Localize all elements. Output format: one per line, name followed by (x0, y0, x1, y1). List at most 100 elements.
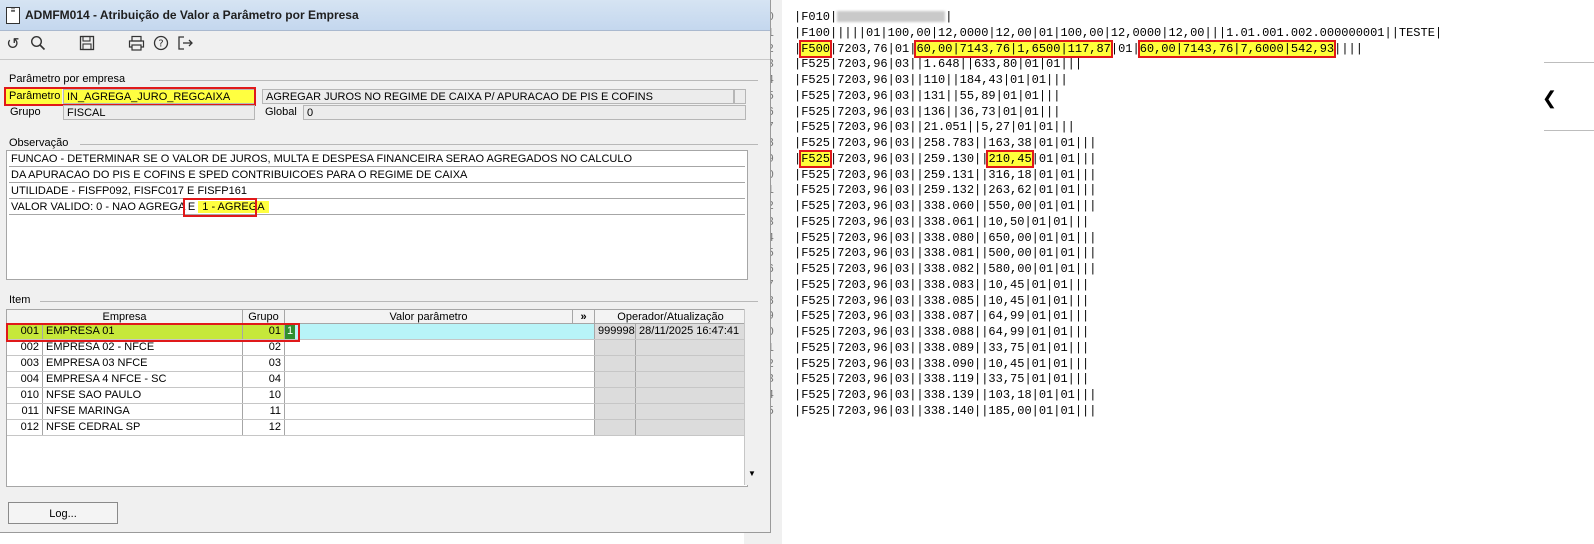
section-divider (150, 80, 758, 81)
grid-scrollbar[interactable]: ▼ (744, 309, 759, 485)
atualizacao-cell (636, 372, 747, 387)
svg-text:?: ? (158, 39, 163, 50)
code-line[interactable]: |F525|7203,96|03||1.648||633,80|01|01||| (794, 57, 1082, 71)
valor-cell[interactable]: 1 (285, 324, 595, 339)
empresa-name-cell[interactable]: NFSE MARINGA (43, 404, 243, 419)
code-line[interactable]: |F525|7203,96|03||110||184,43|01|01||| (794, 73, 1068, 87)
grupo-cell[interactable]: 02 (243, 340, 285, 355)
empresa-code-cell[interactable]: 011 (7, 404, 43, 419)
code-line[interactable]: |F525|7203,96|03||259.132||263,62|01|01|… (794, 183, 1096, 197)
empresa-name-cell[interactable]: EMPRESA 03 NFCE (43, 356, 243, 371)
print-icon[interactable] (125, 35, 147, 55)
empresa-code-cell[interactable]: 002 (7, 340, 43, 355)
code-line[interactable]: |F525|7203,96|03||131||55,89|01|01||| (794, 89, 1060, 103)
code-line[interactable]: |F525|7203,96|03||338.140||185,00|01|01|… (794, 404, 1096, 418)
code-line[interactable]: |F525|7203,96|03||259.131||316,18|01|01|… (794, 168, 1096, 182)
expand-columns-button[interactable]: » (573, 310, 595, 324)
empresa-name-cell[interactable]: EMPRESA 4 NFCE - SC (43, 372, 243, 387)
table-row[interactable]: 011 NFSE MARINGA 11 (7, 404, 747, 420)
window-title: ADMFM014 - Atribuição de Valor a Parâmet… (25, 8, 359, 22)
code-line[interactable]: |F525|7203,96|03||338.082||580,00|01|01|… (794, 262, 1096, 276)
empresa-code-cell[interactable]: 003 (7, 356, 43, 371)
code-line[interactable]: |F525|7203,96|03||338.089||33,75|01|01||… (794, 341, 1089, 355)
valor-cell[interactable] (285, 388, 595, 403)
code-line[interactable]: |F010| | (794, 10, 952, 24)
empresa-code-cell[interactable]: 001 (7, 324, 43, 339)
code-line[interactable]: |F525|7203,96|03||338.119||33,75|01|01||… (794, 372, 1089, 386)
valor-cell[interactable] (285, 356, 595, 371)
code-text: |01| (1110, 41, 1140, 56)
valor-cell[interactable] (285, 420, 595, 435)
search-icon[interactable] (27, 35, 49, 55)
valor-cell[interactable] (285, 372, 595, 387)
save-icon[interactable] (76, 35, 98, 55)
grupo-cell[interactable]: 01 (243, 324, 285, 339)
empresa-code-cell[interactable]: 010 (7, 388, 43, 403)
valor-cell[interactable] (285, 340, 595, 355)
code-line[interactable]: |F525|7203,96|03||338.081||500,00|01|01|… (794, 246, 1096, 260)
grupo-cell[interactable]: 03 (243, 356, 285, 371)
code-line[interactable]: |F500|7203,76|01|60,00|7143,76|1,6500|11… (794, 39, 1363, 58)
undo-icon[interactable]: ↺ (2, 35, 24, 55)
code-line[interactable]: |F525|7203,96|03||338.083||10,45|01|01||… (794, 278, 1089, 292)
atualizacao-cell (636, 404, 747, 419)
empresa-code-cell[interactable]: 004 (7, 372, 43, 387)
observation-text[interactable]: FUNCAO - DETERMINAR SE O VALOR DE JUROS,… (6, 150, 748, 280)
col-header-operador[interactable]: Operador/Atualização (595, 310, 747, 324)
grupo-cell[interactable]: 12 (243, 420, 285, 435)
table-row[interactable]: 012 NFSE CEDRAL SP 12 (7, 420, 747, 436)
grupo-cell[interactable]: 04 (243, 372, 285, 387)
obs-highlight-text: 1 - AGREGA (198, 201, 269, 213)
table-row[interactable]: 010 NFSE SAO PAULO 10 (7, 388, 747, 404)
param-section-title: Parâmetro por empresa (9, 73, 126, 85)
code-line[interactable]: |F525|7203,96|03||338.090||10,45|01|01||… (794, 357, 1089, 371)
table-row[interactable]: 002 EMPRESA 02 - NFCE 02 (7, 340, 747, 356)
valor-cell[interactable] (285, 404, 595, 419)
log-button[interactable]: Log... (8, 502, 118, 524)
exit-icon[interactable] (174, 35, 196, 55)
empresa-name-cell[interactable]: NFSE CEDRAL SP (43, 420, 243, 435)
code-line[interactable]: |F525|7203,96|03||338.080||650,00|01|01|… (794, 231, 1096, 245)
empresa-name-cell[interactable]: EMPRESA 01 (43, 324, 243, 339)
empresa-name-cell[interactable]: NFSE SAO PAULO (43, 388, 243, 403)
table-row[interactable]: 003 EMPRESA 03 NFCE 03 (7, 356, 747, 372)
title-bar: ≡ ADMFM014 - Atribuição de Valor a Parâm… (0, 0, 770, 31)
param-code-field[interactable]: IN_AGREGA_JURO_REGCAIXA (63, 89, 255, 104)
scroll-down-icon[interactable]: ▼ (748, 469, 756, 478)
operador-cell: 999998 (595, 324, 636, 339)
code-text: | (945, 10, 953, 24)
obs-line: DA APURACAO DO PIS E COFINS E SPED CONTR… (9, 168, 745, 183)
code-line[interactable]: |F525|7203,96|03||338.139||103,18|01|01|… (794, 388, 1096, 402)
atualizacao-cell (636, 388, 747, 403)
grupo-cell[interactable]: 10 (243, 388, 285, 403)
operador-cell (595, 420, 636, 435)
code-line[interactable]: |F525|7203,96|03||338.088||64,99|01|01||… (794, 325, 1089, 339)
help-icon[interactable]: ? (150, 35, 172, 55)
code-line[interactable]: |F525|7203,96|03||338.085||10,45|01|01||… (794, 294, 1089, 308)
operador-cell (595, 372, 636, 387)
code-text: |F010| (794, 10, 838, 24)
highlighted-text: F500 (799, 39, 833, 58)
table-row[interactable]: 001 EMPRESA 01 01 1 999998 28/11/2025 16:47:4… (7, 324, 747, 340)
code-line[interactable]: |F525|7203,96|03||338.087||64,99|01|01||… (794, 309, 1089, 323)
code-line[interactable]: |F100|||||01|100,00|12,0000|12,00|01|100… (794, 26, 1442, 40)
col-header-empresa[interactable]: Empresa (7, 310, 243, 324)
text-editor[interactable]: 280|F010||281|F100|||||01|100,00|12,0000… (744, 0, 1594, 544)
obs-line-text: VALOR VALIDO: 0 - NAO AGREGA E (11, 201, 199, 213)
empresa-code-cell[interactable]: 012 (7, 420, 43, 435)
operador-cell (595, 404, 636, 419)
global-label: Global (265, 106, 297, 118)
code-line[interactable]: |F525|7203,96|03||136||36,73|01|01||| (794, 105, 1060, 119)
col-header-valor[interactable]: Valor parâmetro (285, 310, 573, 324)
col-header-grupo[interactable]: Grupo (243, 310, 285, 324)
code-line[interactable]: |F525|7203,96|03||21.051||5,27|01|01||| (794, 120, 1075, 134)
table-row[interactable]: 004 EMPRESA 4 NFCE - SC 04 (7, 372, 747, 388)
code-line[interactable]: |F525|7203,96|03||338.060||550,00|01|01|… (794, 199, 1096, 213)
code-line[interactable]: |F525|7203,96|03||338.061||10,50|01|01||… (794, 215, 1089, 229)
code-text: |01|01||| (1031, 151, 1097, 166)
empresa-name-cell[interactable]: EMPRESA 02 - NFCE (43, 340, 243, 355)
grupo-cell[interactable]: 11 (243, 404, 285, 419)
chevron-left-icon[interactable]: ❮ (1542, 88, 1557, 109)
code-line[interactable]: |F525|7203,96|03||259.130||210,45|01|01|… (794, 149, 1097, 168)
code-line[interactable]: |F525|7203,96|03||258.783||163,38|01|01|… (794, 136, 1096, 150)
